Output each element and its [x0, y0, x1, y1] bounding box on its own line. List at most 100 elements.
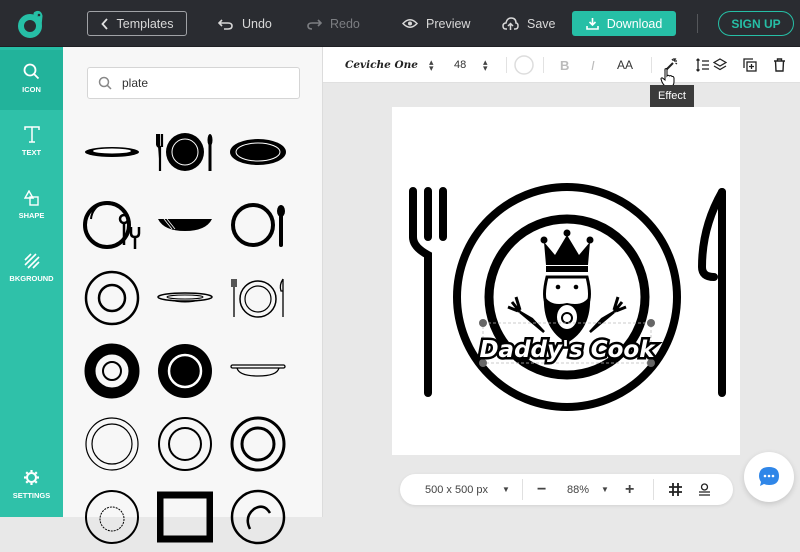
sidebar-item-text[interactable]: TEXT [0, 110, 63, 173]
zoom-out-button[interactable]: − [537, 474, 546, 505]
preview-button[interactable]: Preview [402, 11, 470, 36]
icon-result[interactable] [77, 336, 147, 406]
font-family-stepper[interactable]: ▴ ▾ [429, 47, 434, 83]
font-size-stepper[interactable]: ▴ ▾ [483, 47, 488, 83]
icon-result[interactable] [223, 336, 293, 406]
redo-button[interactable]: Redo [306, 11, 360, 36]
icon-result[interactable] [223, 190, 293, 260]
icon-search-box[interactable] [87, 67, 300, 99]
icon-panel [63, 47, 323, 545]
font-size-value[interactable]: 48 [454, 47, 466, 83]
font-family-select[interactable]: Ceviche One [345, 47, 418, 83]
layers-button[interactable] [713, 47, 727, 83]
text-icon [23, 126, 40, 143]
color-swatch-icon [514, 55, 534, 75]
trash-icon [774, 58, 785, 72]
carrot-right-icon [589, 296, 627, 333]
plate-bold-double-ring-icon [230, 416, 286, 472]
eye-icon [402, 19, 418, 28]
sidebar-item-settings[interactable]: SETTINGS [0, 453, 63, 516]
sign-up-label: SIGN UP [731, 16, 781, 31]
icon-result[interactable] [77, 482, 147, 552]
caret-down-icon: ▼ [601, 485, 609, 494]
sidebar-item-label: BKGROUND [9, 273, 54, 283]
icon-result[interactable] [223, 117, 293, 187]
icon-result[interactable] [150, 190, 220, 260]
uppercase-button[interactable]: AA [617, 47, 633, 83]
sign-up-button[interactable]: SIGN UP [718, 11, 794, 36]
templates-button[interactable]: Templates [87, 11, 187, 36]
icon-result[interactable] [223, 482, 293, 552]
top-bar: Templates Undo Redo Preview Save Downloa… [0, 0, 800, 47]
plate-with-spoon-fork-icon [83, 201, 141, 249]
icon-search-input[interactable] [122, 76, 282, 90]
toolbar-divider [506, 57, 507, 73]
icon-result[interactable] [223, 263, 293, 333]
icon-result[interactable] [77, 263, 147, 333]
sidebar-item-label: SHAPE [18, 210, 45, 220]
icon-result[interactable] [150, 336, 220, 406]
text-color-picker[interactable] [514, 47, 534, 83]
grid-toggle-button[interactable] [669, 474, 682, 505]
chat-button[interactable] [744, 452, 794, 502]
icon-result[interactable] [223, 409, 293, 479]
duplicate-button[interactable] [743, 47, 757, 83]
app-logo[interactable] [16, 9, 46, 39]
align-bottom-icon [699, 483, 710, 496]
icon-result[interactable] [77, 190, 147, 260]
shape-icon [23, 189, 39, 206]
zoom-bar: 500 x 500 px ▼ − 88% ▼ + [400, 474, 733, 505]
templates-label: Templates [116, 16, 174, 31]
toolbar-divider [543, 57, 544, 73]
logo-text[interactable]: Daddy's Cook [477, 335, 659, 366]
zoom-in-button[interactable]: + [625, 474, 634, 505]
grid-icon [669, 483, 682, 496]
uppercase-label: AA [617, 58, 634, 72]
plate-fork-spoon-icon [156, 133, 213, 171]
line-spacing-icon [696, 58, 709, 72]
align-button[interactable] [698, 474, 711, 505]
canvas-size-label: 500 x 500 px [425, 483, 488, 496]
icon-result[interactable] [77, 117, 147, 187]
italic-button[interactable]: I [591, 47, 595, 83]
italic-label: I [591, 57, 595, 73]
icon-result[interactable] [150, 482, 220, 552]
plate-oval-filled-icon [230, 139, 286, 165]
line-spacing-button[interactable] [696, 47, 710, 83]
icon-result[interactable] [150, 263, 220, 333]
canvas-size-select[interactable]: 500 x 500 px ▼ [425, 474, 510, 505]
download-button[interactable]: Download [572, 11, 676, 36]
icon-result[interactable] [150, 409, 220, 479]
font-size-label: 48 [454, 59, 467, 71]
icon-result[interactable] [77, 409, 147, 479]
zoom-level-label: 88% [567, 483, 590, 496]
sidebar-item-shape[interactable]: SHAPE [0, 173, 63, 236]
icon-result[interactable] [150, 117, 220, 187]
plate-fork-knife-outline-icon [231, 278, 284, 318]
sidebar-item-background[interactable]: BKGROUND [0, 236, 63, 299]
delete-button[interactable] [773, 47, 786, 83]
bold-button[interactable]: B [560, 47, 569, 83]
sidebar-item-icon[interactable]: ICON [0, 47, 63, 110]
knife-icon [697, 188, 726, 397]
preview-label: Preview [426, 16, 471, 31]
caret-down-icon: ▼ [502, 485, 510, 494]
up-down-arrows-icon: ▴ ▾ [429, 57, 434, 73]
plate-logo-artwork: Daddy's Cook [409, 183, 726, 411]
chevron-left-icon [100, 17, 108, 30]
minus-icon: − [537, 480, 547, 498]
sidebar-item-label: SETTINGS [12, 491, 51, 500]
plate-flat-side-icon [157, 292, 213, 303]
crown-icon [540, 229, 594, 272]
undo-button[interactable]: Undo [218, 11, 272, 36]
tooltip-label: Effect [658, 90, 686, 102]
carrot-left-icon [507, 296, 545, 333]
save-button[interactable]: Save [502, 11, 556, 36]
zoom-level-select[interactable]: 88% ▼ [567, 474, 609, 505]
design-canvas[interactable]: Daddy's Cook [392, 107, 740, 455]
plate-swirl-icon [230, 489, 286, 545]
plus-icon: + [625, 480, 635, 498]
font-family-label: Ceviche One [345, 59, 418, 71]
undo-icon [218, 18, 233, 30]
download-label: Download [606, 16, 663, 31]
